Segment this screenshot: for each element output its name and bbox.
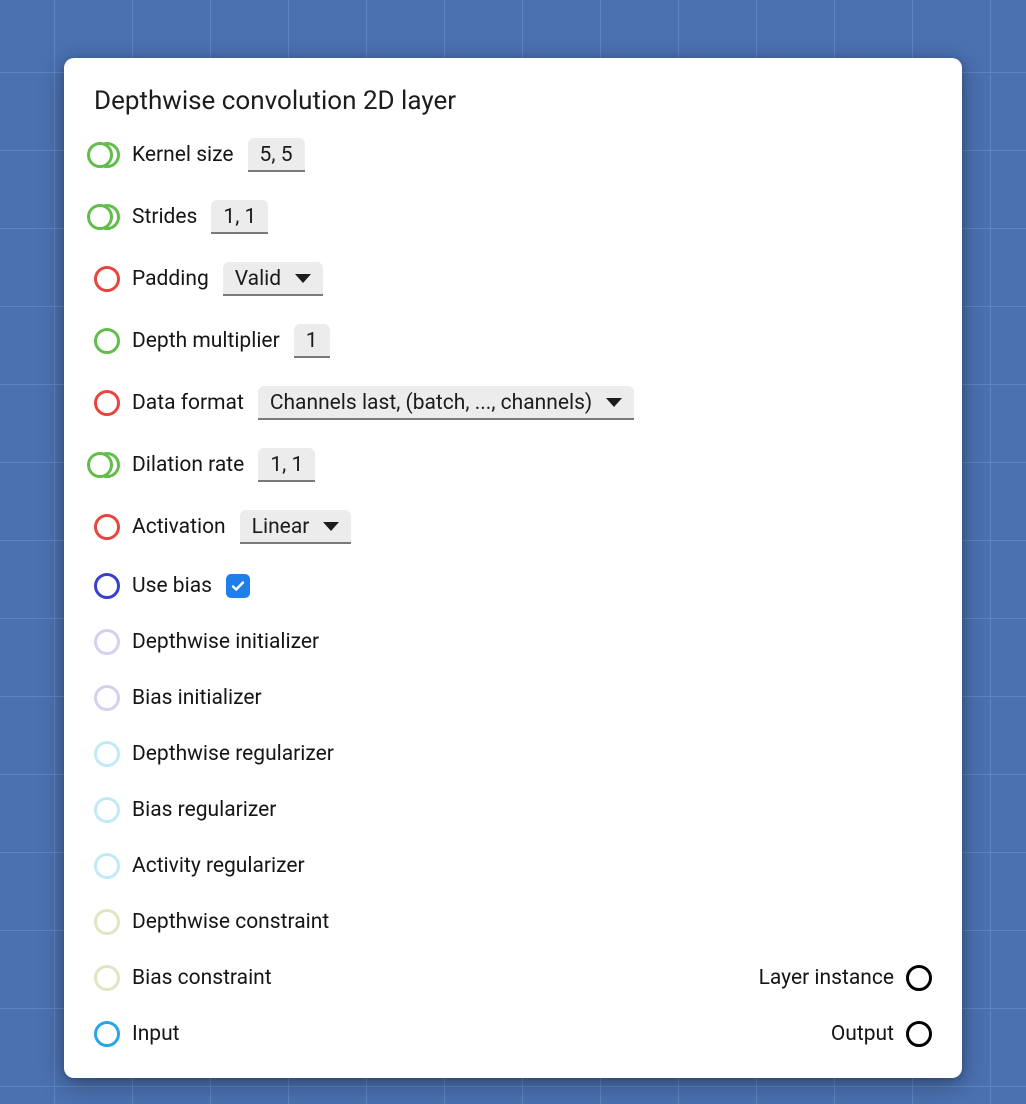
port-out-layer-instance[interactable]: [906, 965, 932, 991]
input-kernel-size[interactable]: 5, 5: [248, 138, 305, 172]
row-bias-initializer: Bias initializer: [94, 684, 932, 712]
check-icon: [230, 578, 246, 594]
row-activation: Activation Linear: [94, 510, 932, 544]
port-activity-regularizer[interactable]: [94, 853, 120, 879]
row-depthwise-initializer: Depthwise initializer: [94, 628, 932, 656]
port-padding[interactable]: [94, 266, 120, 292]
label-bias-regularizer: Bias regularizer: [132, 798, 276, 822]
row-depthwise-constraint: Depthwise constraint: [94, 908, 932, 936]
label-data-format: Data format: [132, 391, 244, 415]
label-depth-multiplier: Depth multiplier: [132, 329, 280, 353]
checkbox-use-bias[interactable]: [226, 574, 250, 598]
input-strides[interactable]: 1, 1: [211, 200, 268, 234]
label-output: Output: [831, 1022, 894, 1046]
port-depthwise-regularizer[interactable]: [94, 741, 120, 767]
row-input: Input Output: [94, 1020, 932, 1048]
label-activation: Activation: [132, 515, 226, 539]
port-use-bias[interactable]: [94, 573, 120, 599]
chevron-down-icon: [323, 522, 339, 531]
label-dilation-rate: Dilation rate: [132, 453, 244, 477]
row-activity-regularizer: Activity regularizer: [94, 852, 932, 880]
label-depthwise-constraint: Depthwise constraint: [132, 910, 329, 934]
row-use-bias: Use bias: [94, 572, 932, 600]
port-bias-initializer[interactable]: [94, 685, 120, 711]
port-kernel-size[interactable]: [94, 142, 120, 168]
port-dilation-rate[interactable]: [94, 452, 120, 478]
input-depth-multiplier[interactable]: 1: [294, 324, 330, 358]
row-strides: Strides 1, 1: [94, 200, 932, 234]
label-input: Input: [132, 1022, 180, 1046]
label-layer-instance: Layer instance: [759, 966, 894, 990]
label-padding: Padding: [132, 267, 209, 291]
port-data-format[interactable]: [94, 390, 120, 416]
label-bias-initializer: Bias initializer: [132, 686, 262, 710]
row-data-format: Data format Channels last, (batch, ..., …: [94, 386, 932, 420]
select-activation[interactable]: Linear: [240, 510, 352, 544]
port-bias-constraint[interactable]: [94, 965, 120, 991]
row-depthwise-regularizer: Depthwise regularizer: [94, 740, 932, 768]
select-data-format[interactable]: Channels last, (batch, ..., channels): [258, 386, 634, 420]
port-bias-regularizer[interactable]: [94, 797, 120, 823]
port-out-output[interactable]: [906, 1021, 932, 1047]
port-depthwise-constraint[interactable]: [94, 909, 120, 935]
label-depthwise-initializer: Depthwise initializer: [132, 630, 319, 654]
chevron-down-icon: [606, 398, 622, 407]
label-kernel-size: Kernel size: [132, 143, 234, 167]
row-depth-multiplier: Depth multiplier 1: [94, 324, 932, 358]
row-dilation-rate: Dilation rate 1, 1: [94, 448, 932, 482]
row-bias-constraint: Bias constraint Layer instance: [94, 964, 932, 992]
label-strides: Strides: [132, 205, 197, 229]
label-activity-regularizer: Activity regularizer: [132, 854, 305, 878]
chevron-down-icon: [295, 274, 311, 283]
input-dilation-rate[interactable]: 1, 1: [258, 448, 315, 482]
layer-config-card: Depthwise convolution 2D layer Kernel si…: [64, 58, 962, 1078]
port-activation[interactable]: [94, 514, 120, 540]
card-title: Depthwise convolution 2D layer: [94, 86, 932, 116]
port-depthwise-initializer[interactable]: [94, 629, 120, 655]
label-use-bias: Use bias: [132, 574, 212, 598]
port-input[interactable]: [94, 1021, 120, 1047]
port-depth-multiplier[interactable]: [94, 328, 120, 354]
port-strides[interactable]: [94, 204, 120, 230]
row-bias-regularizer: Bias regularizer: [94, 796, 932, 824]
label-depthwise-regularizer: Depthwise regularizer: [132, 742, 334, 766]
select-padding[interactable]: Valid: [223, 262, 323, 296]
row-padding: Padding Valid: [94, 262, 932, 296]
row-kernel-size: Kernel size 5, 5: [94, 138, 932, 172]
label-bias-constraint: Bias constraint: [132, 966, 272, 990]
